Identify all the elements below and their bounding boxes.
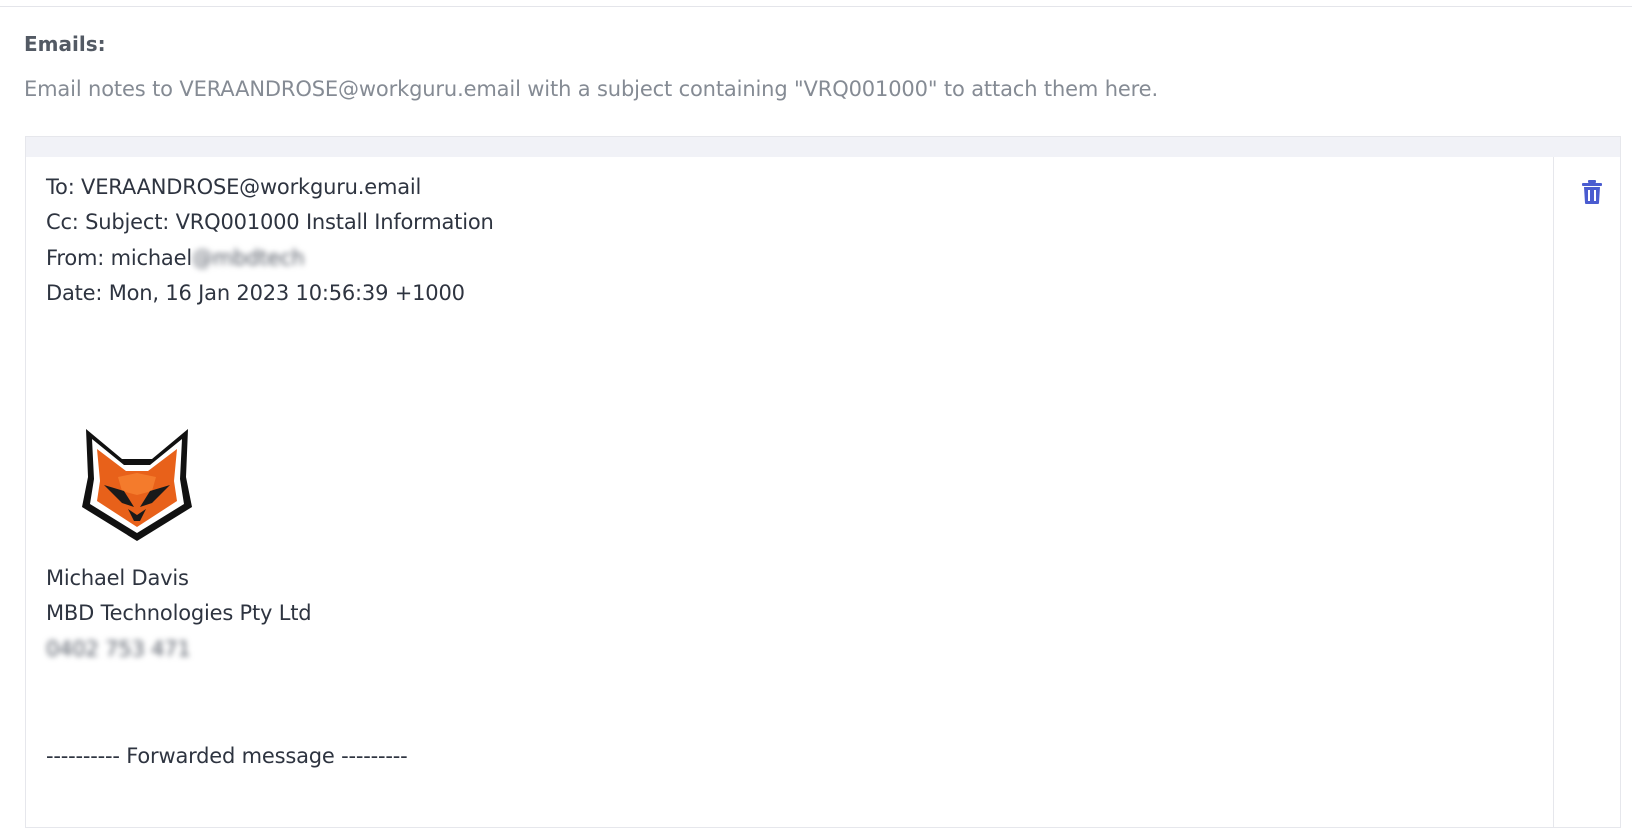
fox-logo-icon	[82, 429, 192, 541]
emails-section-label: Emails:	[24, 32, 106, 56]
email-card-header	[26, 137, 1620, 157]
signature-phone: 0402 753 471	[46, 637, 191, 661]
signature-phone-redacted: 0402 753 471	[46, 637, 191, 661]
email-to-line: To: VERAANDROSE@workguru.email	[46, 175, 422, 199]
top-divider	[0, 6, 1632, 7]
email-cc-subject-line: Cc: Subject: VRQ001000 Install Informati…	[46, 210, 494, 234]
delete-email-button[interactable]	[1581, 179, 1603, 205]
signature-company: MBD Technologies Pty Ltd	[46, 601, 312, 625]
email-card: To: VERAANDROSE@workguru.email Cc: Subje…	[25, 136, 1621, 828]
signature-name: Michael Davis	[46, 566, 189, 590]
emails-section-description: Email notes to VERAANDROSE@workguru.emai…	[24, 77, 1158, 101]
email-from-redacted: @mbdtech	[191, 246, 305, 270]
email-from-line: From: michael@mbdtech	[46, 246, 305, 270]
email-body: To: VERAANDROSE@workguru.email Cc: Subje…	[26, 157, 1554, 827]
email-actions	[1554, 157, 1620, 827]
trash-icon	[1582, 180, 1602, 204]
email-from-prefix: From: michael	[46, 246, 192, 270]
email-date-line: Date: Mon, 16 Jan 2023 10:56:39 +1000	[46, 281, 465, 305]
forwarded-message-divider: ---------- Forwarded message ---------	[46, 744, 408, 768]
